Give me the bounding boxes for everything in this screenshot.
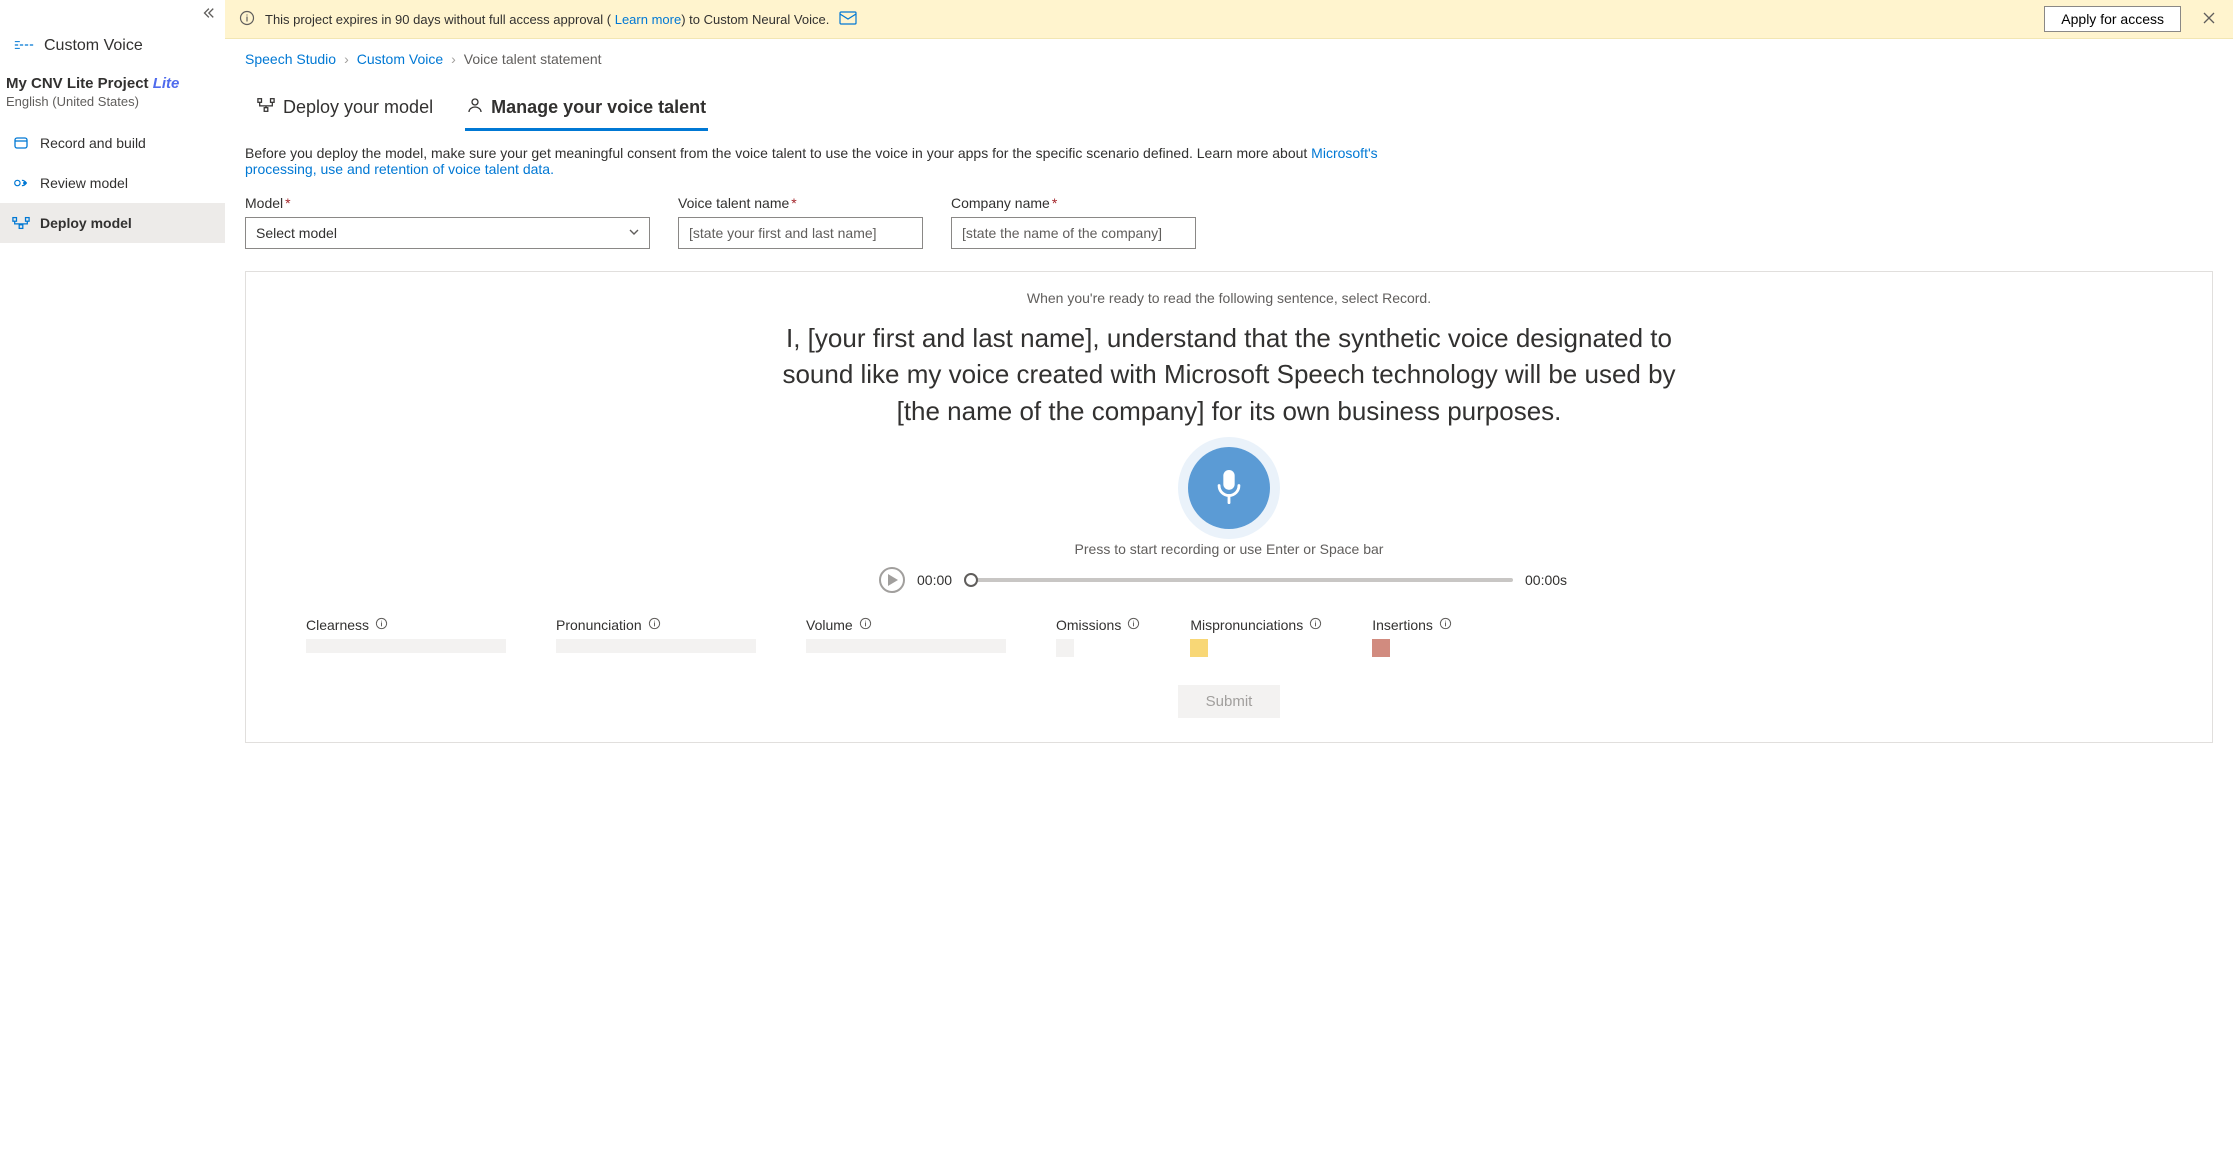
submit-button[interactable]: Submit bbox=[1178, 685, 1281, 718]
banner: This project expires in 90 days without … bbox=[225, 0, 2233, 39]
info-icon[interactable] bbox=[1127, 617, 1140, 633]
project-name: My CNV Lite Project bbox=[6, 75, 149, 92]
mail-icon[interactable] bbox=[839, 11, 857, 28]
sidebar-item-review[interactable]: Review model bbox=[0, 163, 225, 203]
pronunciation-bar bbox=[556, 639, 756, 653]
metric-mispronunciations: Mispronunciations bbox=[1190, 617, 1322, 657]
close-banner-icon[interactable] bbox=[2199, 11, 2219, 27]
sidebar-nav: Record and build Review model Deploy mod… bbox=[0, 123, 225, 243]
metric-insertions: Insertions bbox=[1372, 617, 1452, 657]
omissions-swatch bbox=[1056, 639, 1074, 657]
field-voice-talent-name: Voice talent name* bbox=[678, 195, 923, 249]
company-label: Company name* bbox=[951, 195, 1196, 211]
brand-label: Custom Voice bbox=[44, 37, 143, 55]
mispron-swatch bbox=[1190, 639, 1208, 657]
sidebar-item-label: Deploy model bbox=[40, 215, 132, 231]
main: This project expires in 90 days without … bbox=[225, 0, 2233, 1174]
sidebar-item-record[interactable]: Record and build bbox=[0, 123, 225, 163]
insertions-swatch bbox=[1372, 639, 1390, 657]
metric-pronunciation: Pronunciation bbox=[556, 617, 756, 657]
metric-volume: Volume bbox=[806, 617, 1006, 657]
info-icon[interactable] bbox=[1439, 617, 1452, 633]
project-locale: English (United States) bbox=[6, 94, 211, 109]
info-icon[interactable] bbox=[1309, 617, 1322, 633]
tab-deploy-model[interactable]: Deploy your model bbox=[255, 91, 435, 131]
form-row: Model* Select model Voice talent name* C… bbox=[225, 185, 2233, 265]
recording-card: When you're ready to read the following … bbox=[245, 271, 2213, 743]
record-hint: Press to start recording or use Enter or… bbox=[1075, 541, 1384, 557]
metric-clearness: Clearness bbox=[306, 617, 506, 657]
info-icon[interactable] bbox=[375, 617, 388, 633]
chevron-right-icon: › bbox=[451, 51, 456, 67]
banner-message: This project expires in 90 days without … bbox=[265, 12, 829, 27]
review-icon bbox=[12, 175, 30, 191]
volume-bar bbox=[806, 639, 1006, 653]
sidebar-item-deploy[interactable]: Deploy model bbox=[0, 203, 225, 243]
audio-player: 00:00 00:00s bbox=[879, 567, 1579, 593]
consent-statement: I, [your first and last name], understan… bbox=[779, 320, 1679, 429]
current-time: 00:00 bbox=[917, 572, 959, 588]
brand[interactable]: Custom Voice bbox=[0, 23, 225, 63]
banner-learn-more-link[interactable]: Learn more bbox=[615, 12, 681, 27]
sidebar-item-label: Record and build bbox=[40, 135, 146, 151]
duration: 00:00s bbox=[1525, 572, 1579, 588]
company-input[interactable] bbox=[951, 217, 1196, 249]
tabs: Deploy your model Manage your voice tale… bbox=[225, 71, 2233, 131]
crumb-speech-studio[interactable]: Speech Studio bbox=[245, 51, 336, 67]
box-icon bbox=[12, 135, 30, 151]
deploy-icon bbox=[12, 216, 30, 230]
apply-for-access-button[interactable]: Apply for access bbox=[2044, 6, 2181, 32]
voice-talent-label: Voice talent name* bbox=[678, 195, 923, 211]
breadcrumb: Speech Studio › Custom Voice › Voice tal… bbox=[225, 39, 2233, 71]
sidebar-item-label: Review model bbox=[40, 175, 128, 191]
person-icon bbox=[467, 97, 483, 118]
info-icon[interactable] bbox=[859, 617, 872, 633]
info-icon bbox=[239, 10, 255, 29]
tab-manage-voice-talent[interactable]: Manage your voice talent bbox=[465, 91, 708, 131]
deploy-icon bbox=[257, 97, 275, 118]
record-button[interactable] bbox=[1188, 447, 1270, 529]
voice-talent-input[interactable] bbox=[678, 217, 923, 249]
sidebar: Custom Voice My CNV Lite Project Lite En… bbox=[0, 0, 225, 1174]
card-hint: When you're ready to read the following … bbox=[286, 290, 2172, 306]
microphone-icon bbox=[1212, 467, 1246, 510]
clearness-bar bbox=[306, 639, 506, 653]
collapse-sidebar-icon[interactable] bbox=[201, 6, 215, 23]
info-icon[interactable] bbox=[648, 617, 661, 633]
wave-icon bbox=[14, 38, 34, 55]
crumb-custom-voice[interactable]: Custom Voice bbox=[357, 51, 443, 67]
project-header: My CNV Lite Project Lite English (United… bbox=[0, 63, 225, 123]
seek-thumb[interactable] bbox=[964, 573, 978, 587]
tab-label: Deploy your model bbox=[283, 97, 433, 118]
model-label: Model* bbox=[245, 195, 650, 211]
metrics-row: Clearness Pronunciation Volume Omissions… bbox=[306, 617, 2152, 657]
field-model: Model* Select model bbox=[245, 195, 650, 249]
chevron-right-icon: › bbox=[344, 51, 349, 67]
tab-label: Manage your voice talent bbox=[491, 97, 706, 118]
play-button[interactable] bbox=[879, 567, 905, 593]
project-badge: Lite bbox=[153, 75, 180, 92]
model-select[interactable]: Select model bbox=[245, 217, 650, 249]
crumb-current: Voice talent statement bbox=[464, 51, 602, 67]
field-company-name: Company name* bbox=[951, 195, 1196, 249]
description: Before you deploy the model, make sure y… bbox=[225, 131, 1465, 185]
seek-track[interactable] bbox=[971, 578, 1513, 582]
metric-omissions: Omissions bbox=[1056, 617, 1140, 657]
